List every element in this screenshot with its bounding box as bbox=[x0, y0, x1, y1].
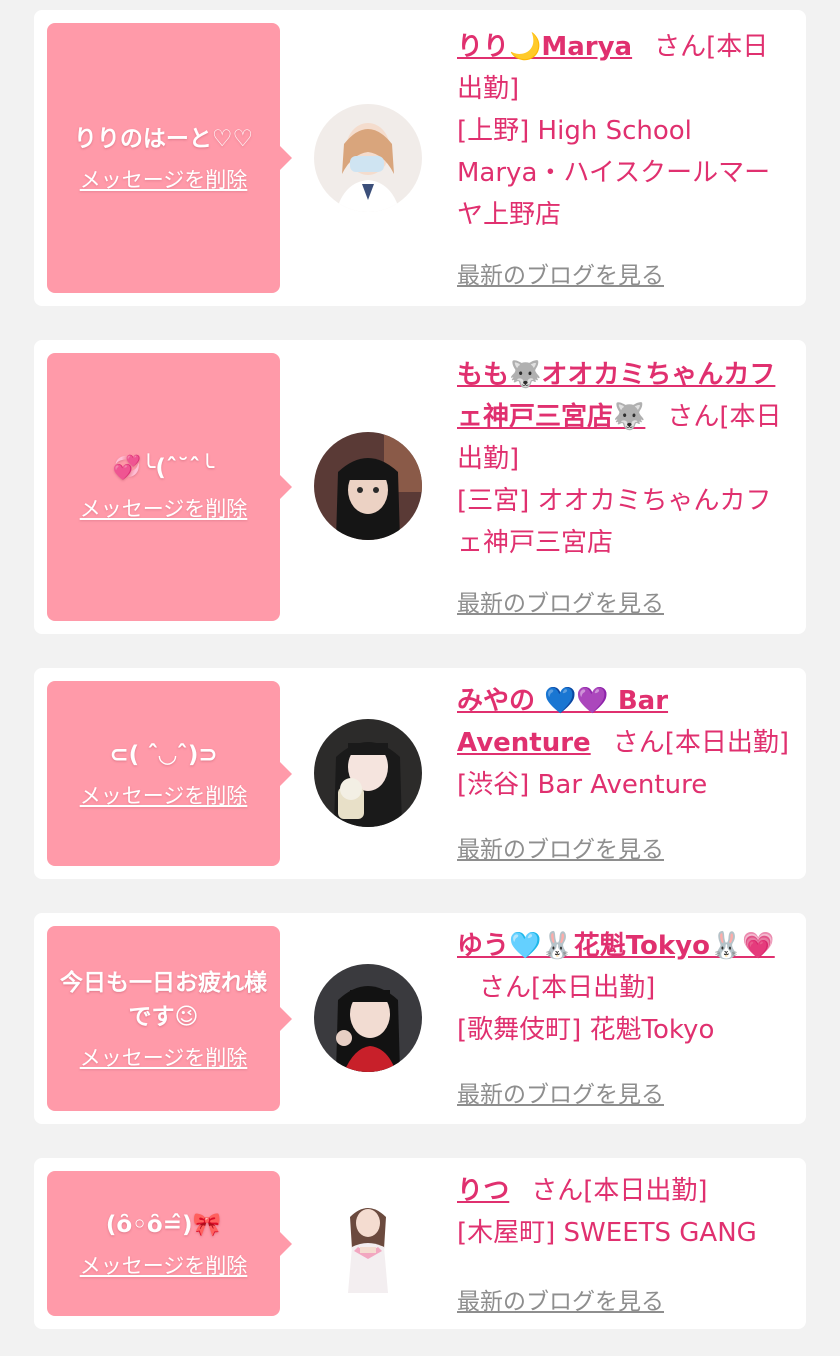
honorific: さん bbox=[479, 973, 532, 1003]
latest-blog-link[interactable]: 最新のブログを見る bbox=[457, 1282, 664, 1316]
avatar[interactable] bbox=[314, 1189, 422, 1297]
attendance-status: [本日出勤] bbox=[531, 973, 656, 1003]
message-bubble: りりのはーと♡♡ メッセージを削除 bbox=[47, 23, 292, 293]
cast-name-link[interactable]: りり🌙Marya bbox=[457, 32, 632, 62]
message-text: ⊂( ˆ◡ˆ)⊃ bbox=[109, 741, 218, 768]
honorific: さん bbox=[667, 402, 720, 432]
profile-photo-icon bbox=[314, 719, 422, 827]
message-text: りりのはーと♡♡ bbox=[73, 126, 254, 152]
message-text: (ȏ◦ȏ=̂)🎀 bbox=[105, 1211, 222, 1238]
cast-name-link[interactable]: ゆう🩵🐰花魁Tokyo🐰💗 bbox=[457, 931, 775, 961]
message-bubble: ⊂( ˆ◡ˆ)⊃ メッセージを削除 bbox=[47, 681, 292, 866]
delete-message-link[interactable]: メッセージを削除 bbox=[80, 1250, 248, 1280]
message-card: 今日も一日お疲れ様です😉 メッセージを削除 ゆう🩵🐰花魁Tokyo🐰💗 さん[本日… bbox=[34, 913, 806, 1124]
honorific: さん bbox=[531, 1176, 584, 1206]
latest-blog-link[interactable]: 最新のブログを見る bbox=[457, 584, 664, 618]
delete-message-link[interactable]: メッセージを削除 bbox=[80, 780, 248, 810]
message-card: (ȏ◦ȏ=̂)🎀 メッセージを削除 りつ さん[本日出勤] [木屋町] SWEET… bbox=[34, 1158, 806, 1329]
shop-name: [歌舞伎町] 花魁Tokyo bbox=[457, 1015, 715, 1045]
profile-photo-icon bbox=[314, 964, 422, 1072]
shop-name: [渋谷] Bar Aventure bbox=[457, 770, 708, 800]
message-bubble: 💞╰(ˆ˘ˆ╰ メッセージを削除 bbox=[47, 353, 292, 621]
cast-info: もも🐺オオカミちゃんカフェ神戸三宮店🐺 さん[本日出勤] [三宮] オオカミちゃん… bbox=[457, 354, 792, 564]
profile-photo-icon bbox=[314, 432, 422, 540]
avatar[interactable] bbox=[314, 719, 422, 827]
attendance-status: [本日出勤] bbox=[664, 728, 789, 758]
cast-info: ゆう🩵🐰花魁Tokyo🐰💗 さん[本日出勤] [歌舞伎町] 花魁Tokyo bbox=[457, 925, 792, 1051]
cast-info: みやの 💙💜 Bar Aventure さん[本日出勤] [渋谷] Bar Ave… bbox=[457, 680, 792, 806]
delete-message-link[interactable]: メッセージを削除 bbox=[80, 164, 248, 194]
honorific: さん bbox=[612, 728, 665, 758]
message-text: 今日も一日お疲れ様です😉 bbox=[60, 969, 267, 1030]
attendance-status: [本日出勤] bbox=[583, 1176, 708, 1206]
cast-name-link[interactable]: りつ bbox=[457, 1176, 509, 1206]
avatar[interactable] bbox=[314, 432, 422, 540]
delete-message-link[interactable]: メッセージを削除 bbox=[80, 493, 248, 523]
message-text: 💞╰(ˆ˘ˆ╰ bbox=[112, 455, 215, 481]
cast-info: りつ さん[本日出勤] [木屋町] SWEETS GANG bbox=[457, 1170, 792, 1254]
profile-photo-icon bbox=[314, 1189, 422, 1297]
profile-photo-icon bbox=[314, 104, 422, 212]
avatar[interactable] bbox=[314, 964, 422, 1072]
honorific: さん bbox=[654, 32, 707, 62]
shop-name: [三宮] オオカミちゃんカフェ神戸三宮店 bbox=[457, 486, 772, 558]
shop-name: [上野] High School Marya・ハイスクールマーヤ上野店 bbox=[457, 116, 771, 230]
message-bubble: 今日も一日お疲れ様です😉 メッセージを削除 bbox=[47, 926, 292, 1111]
avatar[interactable] bbox=[314, 104, 422, 212]
delete-message-link[interactable]: メッセージを削除 bbox=[80, 1042, 248, 1072]
message-card: 💞╰(ˆ˘ˆ╰ メッセージを削除 もも🐺オオカミちゃんカフェ神戸三宮店🐺 さん[本… bbox=[34, 340, 806, 634]
message-card: ⊂( ˆ◡ˆ)⊃ メッセージを削除 みやの 💙💜 Bar Aventure さん[… bbox=[34, 668, 806, 879]
latest-blog-link[interactable]: 最新のブログを見る bbox=[457, 830, 664, 864]
cast-info: りり🌙Marya さん[本日出勤] [上野] High School Marya・… bbox=[457, 26, 792, 236]
latest-blog-link[interactable]: 最新のブログを見る bbox=[457, 256, 664, 290]
message-bubble: (ȏ◦ȏ=̂)🎀 メッセージを削除 bbox=[47, 1171, 292, 1316]
latest-blog-link[interactable]: 最新のブログを見る bbox=[457, 1075, 664, 1109]
shop-name: [木屋町] SWEETS GANG bbox=[457, 1218, 757, 1248]
message-card: りりのはーと♡♡ メッセージを削除 りり🌙Marya さん[本日出勤] [上野] … bbox=[34, 10, 806, 306]
